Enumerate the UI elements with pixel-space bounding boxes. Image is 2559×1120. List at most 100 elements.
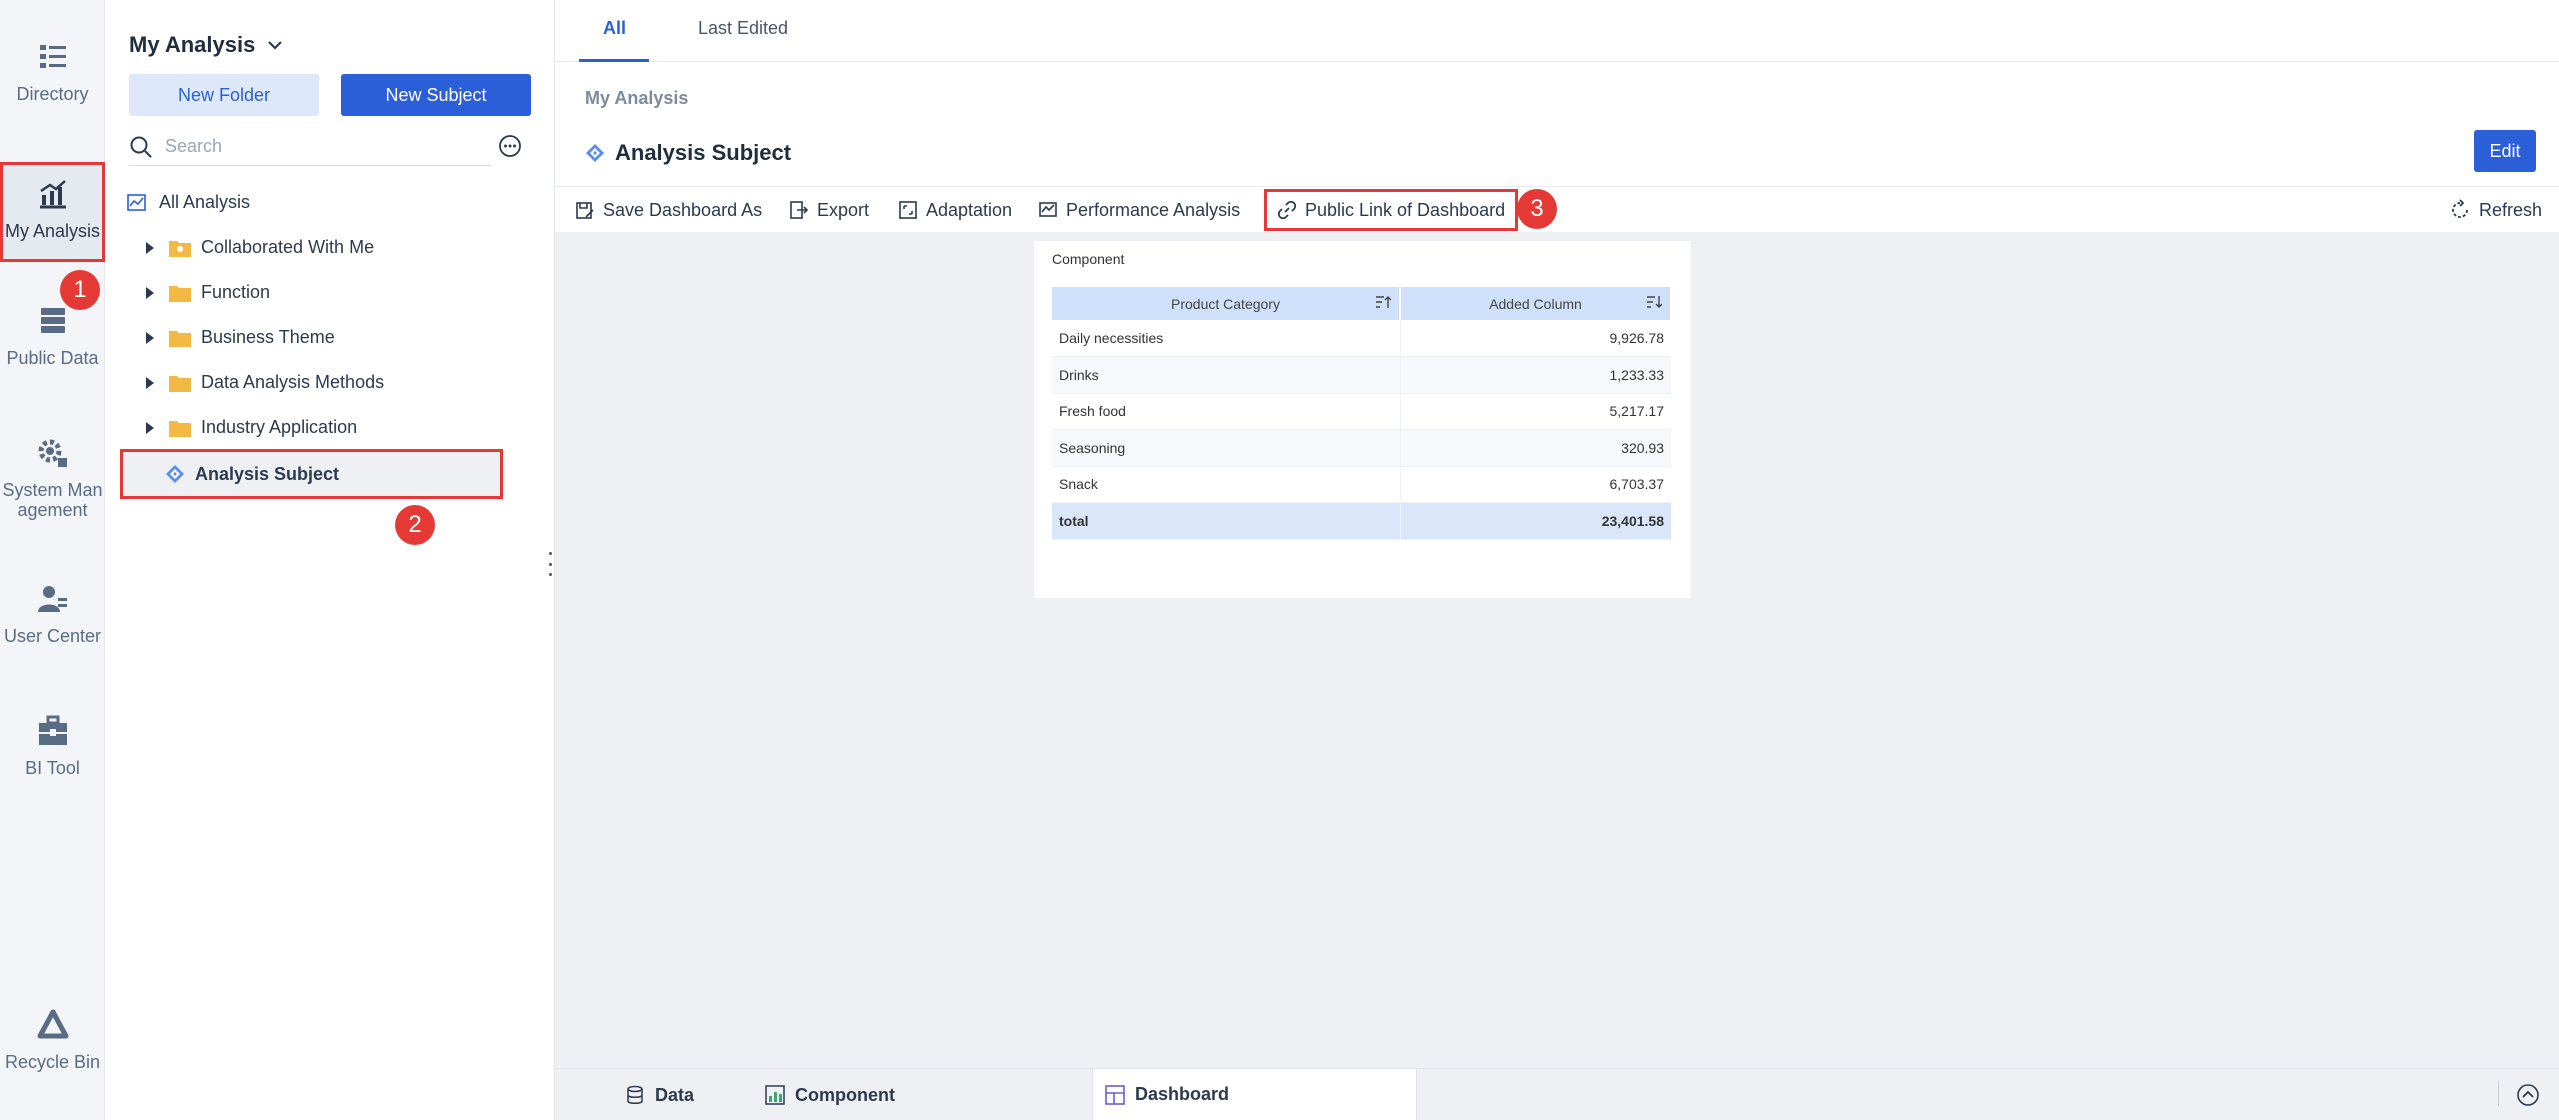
bottom-tab-label: Data — [655, 1084, 695, 1105]
tool-label: Public Link of Dashboard — [1305, 199, 1506, 220]
tree-folder-collaborated[interactable]: Collaborated With Me — [105, 225, 545, 270]
column-header-product-category[interactable]: Product Category — [1052, 287, 1401, 320]
column-header-label: Added Column — [1489, 295, 1582, 312]
nav-user-center[interactable]: User Center — [0, 582, 105, 646]
tree-folder-industry-application[interactable]: Industry Application — [105, 405, 545, 450]
cell-value: 5,217.17 — [1399, 393, 1671, 430]
tree-title[interactable]: My Analysis — [129, 32, 283, 58]
sort-ascending-icon[interactable] — [1375, 295, 1391, 309]
bottom-tab-data[interactable]: Data — [625, 1069, 694, 1120]
sort-icon[interactable] — [1646, 295, 1662, 309]
save-dashboard-as-button[interactable]: Save Dashboard As — [575, 187, 762, 233]
step-badge-3: 3 — [1517, 189, 1557, 229]
table-row: Drinks 1,233.33 — [1052, 356, 1671, 394]
edit-button[interactable]: Edit — [2474, 130, 2536, 172]
tool-label: Performance Analysis — [1066, 199, 1241, 220]
collapse-up-icon[interactable] — [2516, 1083, 2540, 1107]
bottom-tab-component[interactable]: Component — [765, 1069, 895, 1120]
nav-public-data[interactable]: Public Data — [0, 304, 105, 368]
tree-item-label: Industry Application — [201, 417, 358, 437]
performance-analysis-button[interactable]: Performance Analysis — [1038, 187, 1240, 233]
tree-item-label: Analysis Subject — [195, 463, 340, 484]
recycle-icon — [37, 1009, 68, 1039]
subject-diamond-icon — [166, 465, 184, 483]
toolbox-icon — [38, 715, 67, 745]
tree-item-all-analysis[interactable]: All Analysis — [127, 180, 567, 225]
new-folder-button[interactable]: New Folder — [129, 74, 319, 116]
refresh-icon — [2452, 199, 2468, 218]
breadcrumb[interactable]: My Analysis — [585, 88, 688, 109]
caret-right-icon — [146, 241, 154, 254]
bottom-tab-dashboard[interactable]: Dashboard — [1092, 1069, 1417, 1120]
nav-label: Public Data — [6, 348, 99, 368]
tree-folder-function[interactable]: Function — [105, 270, 545, 315]
cell-value: 6,703.37 — [1399, 466, 1671, 503]
gear-icon — [38, 439, 67, 467]
new-subject-button[interactable]: New Subject — [341, 74, 531, 116]
database-icon — [40, 308, 65, 333]
nav-label: User Center — [3, 626, 102, 646]
tree-item-label: All Analysis — [159, 192, 251, 212]
line-chart-icon — [127, 193, 146, 211]
tree-folder-data-analysis-methods[interactable]: Data Analysis Methods — [105, 360, 545, 405]
bottom-tab-bar: Data Component Dashboard — [555, 1068, 2559, 1120]
nav-bi-tool[interactable]: BI Tool — [0, 714, 105, 778]
nav-my-analysis[interactable]: My Analysis — [0, 162, 105, 262]
nav-label: My Analysis — [4, 221, 101, 241]
cell-category: Daily necessities — [1052, 320, 1400, 357]
component-table: Product Category Added Column Daily nece… — [1052, 287, 1672, 540]
caret-right-icon — [146, 376, 154, 389]
dashboard-icon — [1105, 1084, 1125, 1105]
tab-last-edited[interactable]: Last Edited — [698, 18, 788, 39]
tree-folder-business-theme[interactable]: Business Theme — [105, 315, 545, 360]
left-nav-bar: Directory My Analysis Public Data System… — [0, 0, 105, 1120]
refresh-button[interactable]: Refresh — [2449, 187, 2542, 233]
divider — [2498, 1082, 2499, 1106]
adaptation-button[interactable]: Adaptation — [898, 187, 1012, 233]
step-badge-2: 2 — [395, 505, 435, 545]
caret-right-icon — [146, 421, 154, 434]
public-link-of-dashboard-button[interactable]: Public Link of Dashboard — [1264, 189, 1519, 231]
component-card[interactable]: Component Product Category Added Column … — [1034, 241, 1691, 598]
performance-icon — [1039, 202, 1057, 217]
database-icon — [627, 1085, 643, 1104]
table-total-row: total 23,401.58 — [1052, 502, 1671, 540]
nav-directory[interactable]: Directory — [0, 40, 105, 104]
cell-value: 320.93 — [1399, 429, 1671, 467]
column-header-added-column[interactable]: Added Column — [1400, 287, 1672, 320]
tab-bar: All Last Edited — [555, 0, 2559, 63]
cell-total-label: total — [1052, 502, 1400, 540]
bottom-tab-label: Component — [795, 1084, 895, 1105]
nav-label: BI Tool — [25, 758, 80, 778]
subject-header: My Analysis Analysis Subject Edit — [555, 62, 2559, 186]
user-icon — [37, 586, 67, 612]
folder-icon — [169, 330, 191, 347]
save-as-icon — [576, 202, 594, 219]
panel-resize-handle[interactable] — [547, 552, 553, 576]
page-title: Analysis Subject — [585, 140, 791, 166]
table-row: Daily necessities 9,926.78 — [1052, 320, 1671, 357]
tree-item-analysis-subject[interactable]: Analysis Subject — [120, 449, 503, 499]
table-row: Seasoning 320.93 — [1052, 429, 1671, 467]
search-input[interactable] — [165, 136, 465, 157]
column-header-label: Product Category — [1171, 295, 1280, 312]
nav-recycle-bin[interactable]: Recycle Bin — [0, 1008, 105, 1072]
tree-item-label: Business Theme — [201, 327, 335, 347]
table-row: Fresh food 5,217.17 — [1052, 393, 1671, 430]
tab-all[interactable]: All — [603, 18, 626, 39]
step-badge-1: 1 — [60, 270, 100, 310]
page-title-text: Analysis Subject — [615, 140, 792, 165]
component-chart-icon — [765, 1085, 785, 1105]
nav-system-management[interactable]: System Man agement — [0, 436, 105, 520]
analysis-tree-panel: My Analysis New Folder New Subject All A… — [105, 0, 555, 1120]
cell-category: Snack — [1052, 466, 1400, 503]
more-options-icon[interactable] — [498, 134, 522, 158]
tree-item-label: Function — [201, 282, 271, 302]
search-icon — [130, 136, 152, 158]
tool-label: Adaptation — [926, 199, 1013, 220]
shared-folder-icon — [169, 240, 191, 257]
cell-value: 9,926.78 — [1399, 320, 1671, 357]
export-button[interactable]: Export — [789, 187, 869, 233]
table-row: Snack 6,703.37 — [1052, 466, 1671, 503]
directory-icon — [39, 45, 66, 68]
